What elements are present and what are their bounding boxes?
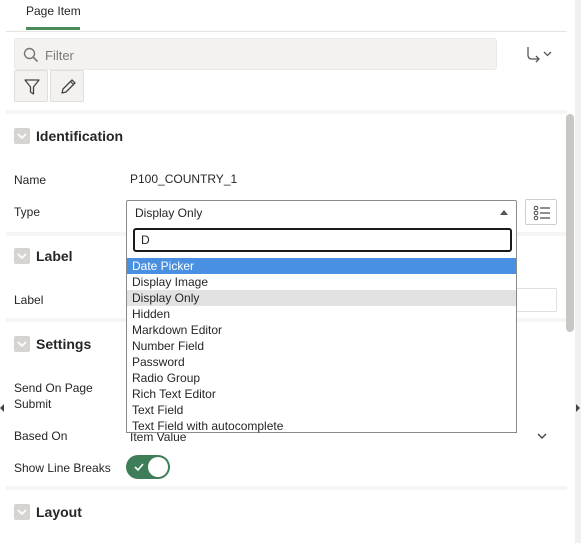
type-select-value: Display Only xyxy=(135,206,203,220)
property-editor-panel: Page Item Filter Identification Name P10… xyxy=(6,0,567,543)
type-select[interactable]: Display Only xyxy=(126,200,517,224)
name-label: Name xyxy=(14,173,47,187)
type-option[interactable]: Markdown Editor xyxy=(127,322,516,338)
collapse-right-icon[interactable] xyxy=(576,404,580,412)
type-option[interactable]: Text Field xyxy=(127,402,516,418)
filter-input[interactable] xyxy=(45,46,485,64)
tab-bar: Page Item xyxy=(6,0,567,32)
section-header-identification[interactable]: Identification xyxy=(6,114,567,158)
type-dropdown-popup: Date PickerDisplay ImageDisplay OnlyHidd… xyxy=(126,222,517,433)
type-option[interactable]: Hidden xyxy=(127,306,516,322)
section-layout: Layout xyxy=(6,490,567,543)
type-option[interactable]: Rich Text Editor xyxy=(127,386,516,402)
name-field[interactable]: P100_COUNTRY_1 xyxy=(126,168,556,192)
list-icon xyxy=(533,205,550,221)
caret-up-icon xyxy=(500,210,508,215)
type-option[interactable]: Number Field xyxy=(127,338,516,354)
section-title: Label xyxy=(36,248,73,264)
filter-toggle-button[interactable] xyxy=(14,70,48,102)
search-icon xyxy=(23,47,39,63)
type-option[interactable]: Password xyxy=(127,354,516,370)
type-options-list: Date Picker Display Image Display Only Hidd… xyxy=(127,258,516,434)
type-dropdown-search[interactable] xyxy=(133,228,512,252)
show-line-breaks-toggle[interactable] xyxy=(126,455,170,479)
show-line-breaks-label: Show Line Breaks xyxy=(14,461,111,475)
filter-box xyxy=(14,38,497,70)
active-tab-indicator xyxy=(26,27,80,30)
chevron-down-icon xyxy=(537,433,547,439)
scrollbar-thumb[interactable] xyxy=(566,114,574,332)
section-title: Layout xyxy=(36,504,82,520)
based-on-label: Based On xyxy=(14,429,68,443)
check-icon xyxy=(134,463,144,472)
section-title: Identification xyxy=(36,128,124,144)
chevron-down-icon xyxy=(14,128,30,144)
list-of-values-button[interactable] xyxy=(525,199,557,225)
section-title: Settings xyxy=(36,336,92,352)
type-option[interactable]: Display Image xyxy=(127,274,516,290)
type-option[interactable]: Date Picker xyxy=(127,258,516,274)
collapse-left-icon[interactable] xyxy=(0,404,4,412)
edit-button[interactable] xyxy=(50,70,84,102)
chevron-down-icon xyxy=(14,504,30,520)
goto-arrow-icon[interactable] xyxy=(522,42,556,66)
toggle-knob xyxy=(148,457,168,477)
send-on-page-submit-label: Send On Page Submit xyxy=(14,381,93,411)
type-label: Type xyxy=(14,205,41,219)
search-toolbar xyxy=(6,32,567,110)
type-option[interactable]: Display Only xyxy=(127,290,516,306)
filter-icon xyxy=(24,79,40,95)
scroll-track[interactable] xyxy=(575,0,581,543)
label-label: Label xyxy=(14,293,44,307)
label-input[interactable] xyxy=(516,288,557,312)
pencil-icon xyxy=(61,79,76,94)
type-option[interactable]: Text Field with autocomplete xyxy=(127,418,516,434)
section-header-layout[interactable]: Layout xyxy=(6,490,567,534)
type-option[interactable]: Radio Group xyxy=(127,370,516,386)
chevron-down-icon xyxy=(14,336,30,352)
chevron-down-icon xyxy=(14,248,30,264)
